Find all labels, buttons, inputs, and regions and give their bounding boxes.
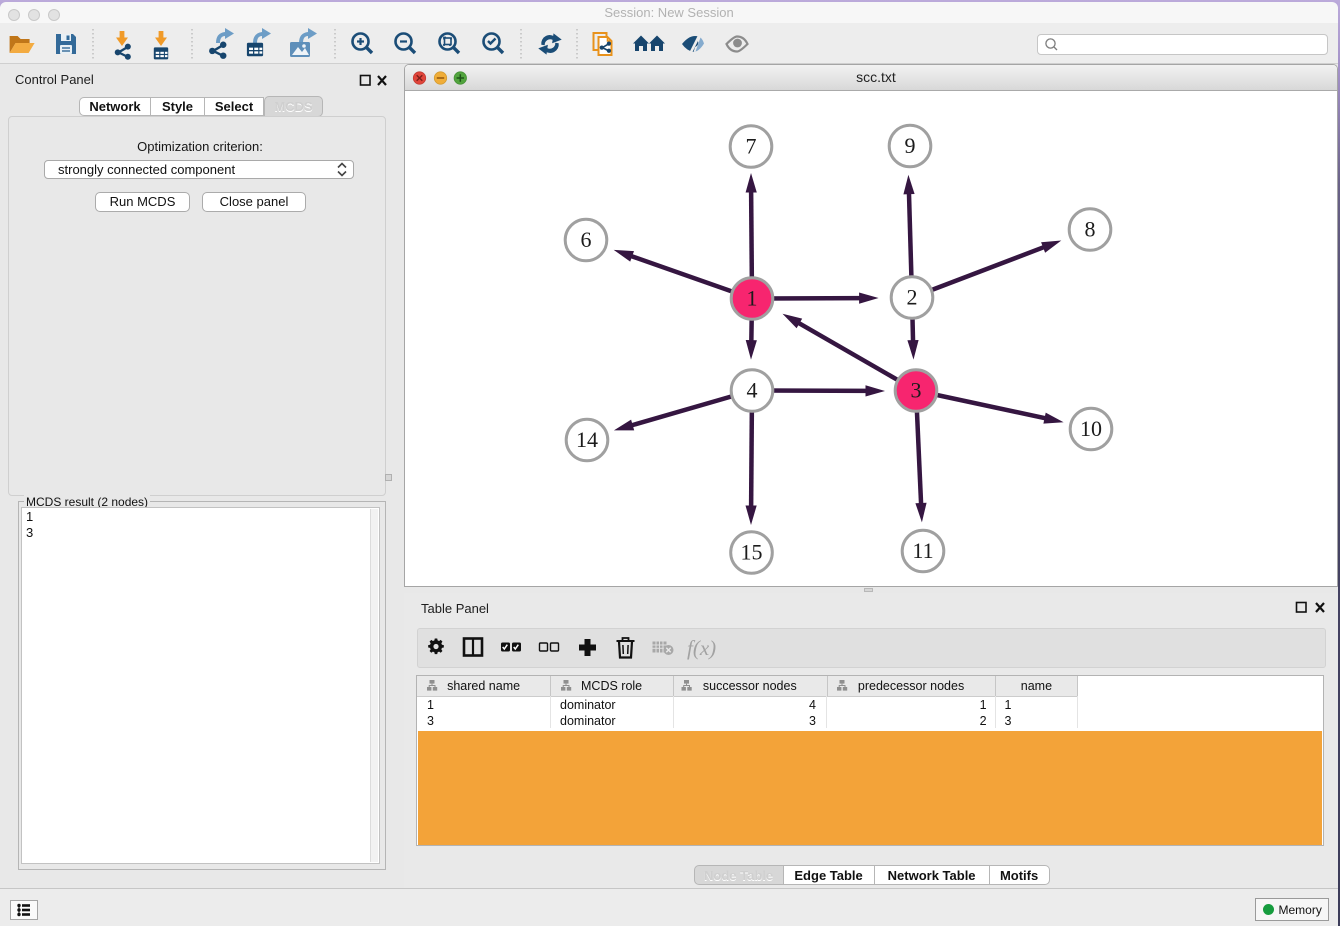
svg-text:8: 8: [1085, 217, 1096, 242]
svg-text:11: 11: [912, 538, 933, 563]
svg-text:2: 2: [907, 285, 918, 310]
svg-text:10: 10: [1080, 416, 1102, 441]
svg-text:7: 7: [746, 134, 757, 159]
svg-text:f(x): f(x): [687, 636, 716, 660]
svg-text:9: 9: [905, 133, 916, 158]
svg-text:1: 1: [747, 286, 758, 311]
svg-text:4: 4: [747, 378, 758, 403]
svg-text:14: 14: [576, 427, 598, 452]
svg-text:15: 15: [741, 540, 763, 565]
svg-text:3: 3: [911, 378, 922, 403]
svg-text:6: 6: [581, 227, 592, 252]
